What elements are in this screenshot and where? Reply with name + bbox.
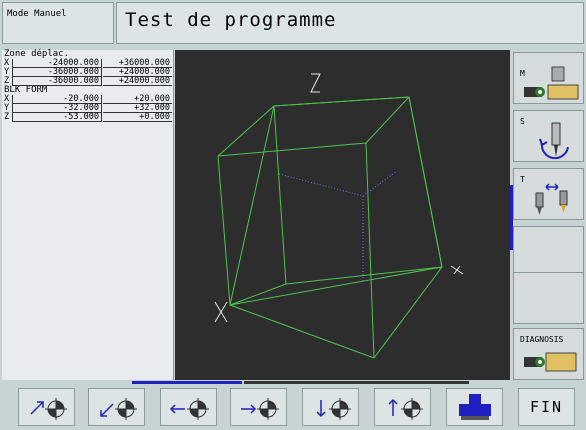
blk-row-z: Z -53.000 +0.000 [4,112,172,122]
wireframe-view [214,73,464,359]
softkey-t[interactable]: T [513,168,584,220]
softkey-empty-2[interactable] [513,272,584,324]
jog-direction-icon [29,398,67,420]
jog-up-button[interactable] [374,388,431,426]
jog-direction-icon [240,398,279,420]
axis-letter-z [310,73,321,93]
save-icon [458,394,491,420]
jog-direction-icon [387,398,423,420]
softkey-s[interactable]: S [513,110,584,162]
tool-change-icon [535,183,568,215]
diagnosis-icon [524,352,577,372]
jog-right-button[interactable] [230,388,287,426]
softkey-empty-1[interactable] [513,226,584,278]
status-panel: Zone déplac. X -24000.000 +36000.000 Y -… [2,50,174,380]
jog-up-right-button[interactable] [18,388,75,426]
softkey-m[interactable]: M [513,52,584,104]
fin-button[interactable]: FIN [518,388,575,426]
jog-direction-icon [99,398,137,420]
wireframe-back-face [229,96,443,306]
jog-direction-icon [169,398,209,420]
softkey-diagnosis[interactable]: DIAGNOSIS [513,328,584,380]
graphics-viewport[interactable] [175,50,510,380]
operating-mode-label: Mode Manuel [2,2,114,44]
jog-direction-icon [315,398,351,420]
spindle-speed-icon [539,122,569,160]
jog-left-button[interactable] [160,388,217,426]
jog-down-left-button[interactable] [88,388,145,426]
axis-letter-y [450,265,464,275]
spindle-machine-icon [524,66,579,100]
axis-letter-x [214,301,228,323]
program-mode-title: Test de programme [116,2,584,44]
save-button[interactable] [446,388,503,426]
jog-down-button[interactable] [302,388,359,426]
zone-row-z: Z -36000.000 +24000.000 [4,76,172,86]
